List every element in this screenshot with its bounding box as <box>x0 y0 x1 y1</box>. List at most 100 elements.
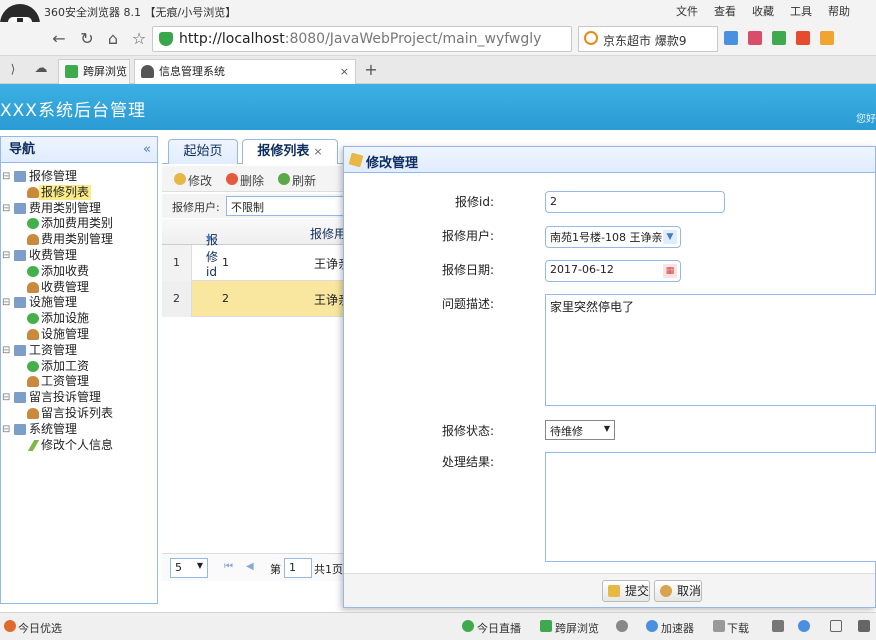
cancel-button[interactable]: 取消 <box>654 580 702 602</box>
edit-label: 修改 <box>188 174 213 188</box>
sidebar-item-label: 修改个人信息 <box>41 437 114 452</box>
sidebar-item[interactable]: 添加收费 <box>1 264 157 280</box>
home-icon[interactable]: ⌂ <box>102 28 124 50</box>
cross-screen-link[interactable]: 跨屏浏览 <box>555 620 599 636</box>
sidebar-item[interactable]: ⊟ 系统管理 <box>1 422 157 438</box>
search-text: 京东超市 爆款9 <box>603 34 687 48</box>
edit-button[interactable]: 修改 <box>174 172 212 189</box>
folder-icon <box>14 392 26 404</box>
user-icon <box>27 407 39 419</box>
expand-icon[interactable]: ⊟ <box>2 295 10 310</box>
today-live-link[interactable]: 今日直播 <box>477 620 521 636</box>
search-bar[interactable]: 京东超市 爆款9 <box>578 26 718 52</box>
prev-page-icon[interactable]: ◀ <box>246 561 256 573</box>
phone-icon <box>540 620 552 632</box>
cancel-icon <box>660 585 672 597</box>
speaker-icon[interactable] <box>858 620 870 632</box>
menu-tools[interactable]: 工具 <box>790 3 812 19</box>
repair-state-value: 待维修 <box>550 425 583 438</box>
calendar-icon[interactable]: ▦ <box>663 264 677 278</box>
sidebar-item[interactable]: ⊟ 费用类别管理 <box>1 201 157 217</box>
page-number-input[interactable]: 1 <box>284 558 312 578</box>
menu-help[interactable]: 帮助 <box>828 3 850 19</box>
accelerator-link[interactable]: 加速器 <box>661 620 694 636</box>
refresh-button[interactable]: 刷新 <box>278 172 316 189</box>
cloud-icon[interactable]: ☁ <box>30 58 52 80</box>
expand-icon[interactable]: ⊟ <box>2 343 10 358</box>
first-page-icon[interactable]: ⏮ <box>224 561 234 573</box>
sidebar-item[interactable]: ⊟ 留言投诉管理 <box>1 390 157 406</box>
table-row[interactable]: 1 1 王诤亲 <box>162 245 352 281</box>
today-pick-link[interactable]: 今日优选 <box>18 620 62 636</box>
submit-button[interactable]: 提交 <box>602 580 650 602</box>
money-ext-icon[interactable] <box>772 31 786 45</box>
sidebar-item[interactable]: 留言投诉列表 <box>1 406 157 422</box>
repair-id-input[interactable]: 2 <box>545 191 725 213</box>
repair-user-select[interactable]: 南苑1号楼-108 王诤亲 ▼ <box>545 226 681 248</box>
tab-repair-list[interactable]: 报修列表 × <box>242 139 338 164</box>
col-header-user[interactable]: 报修用 <box>310 225 346 242</box>
sidebar-item[interactable]: 费用类别管理 <box>1 232 157 248</box>
address-bar[interactable]: http://localhost:8080/JavaWebProject/mai… <box>152 26 572 52</box>
filter-user-select[interactable]: 不限制 <box>226 196 356 216</box>
user-icon <box>27 234 39 246</box>
menu-file[interactable]: 文件 <box>676 3 698 19</box>
sidebar-toggle-icon[interactable]: ⟩ <box>2 58 24 80</box>
menu-favorites[interactable]: 收藏 <box>752 3 774 19</box>
adblock-ext-icon[interactable] <box>796 31 810 45</box>
delete-button[interactable]: 删除 <box>226 172 264 189</box>
sidebar-item[interactable]: ⊟ 收费管理 <box>1 248 157 264</box>
browser-tabbar: ⟩ ☁ 跨屏浏览 信息管理系统 × + <box>0 56 876 84</box>
scissors-icon[interactable] <box>772 620 784 632</box>
expand-icon[interactable]: ⊟ <box>2 201 10 216</box>
problem-desc-textarea[interactable]: 家里突然停电了 <box>545 294 876 406</box>
sidebar-item[interactable]: 添加费用类别 <box>1 216 157 232</box>
sidebar-item[interactable]: 报修列表 <box>1 184 157 201</box>
apps-icon[interactable] <box>724 31 738 45</box>
refresh-icon[interactable]: ↻ <box>76 28 98 50</box>
chevron-down-icon: ▼ <box>663 230 677 244</box>
page-size-value: 5 <box>175 561 182 574</box>
expand-icon[interactable]: ⊟ <box>2 390 10 405</box>
table-row[interactable]: 2 2 王诤亲 <box>162 281 352 317</box>
tab-info-system[interactable]: 信息管理系统 × <box>134 59 356 84</box>
tab-home[interactable]: 起始页 <box>168 139 238 164</box>
sidebar-item[interactable]: 收费管理 <box>1 280 157 296</box>
sidebar-item[interactable]: ⊟ 设施管理 <box>1 295 157 311</box>
sidebar-item-label: 添加收费 <box>41 263 90 278</box>
expand-icon[interactable]: ⊟ <box>2 169 10 184</box>
repair-date-input[interactable]: 2017-06-12 ▦ <box>545 260 681 282</box>
sidebar-item[interactable]: 添加工资 <box>1 359 157 375</box>
ie-icon[interactable] <box>798 620 810 632</box>
sidebar-item-label: 设施管理 <box>41 326 90 341</box>
repair-state-select[interactable]: 待维修 ▼ <box>545 420 615 440</box>
collapse-icon[interactable]: « <box>143 137 151 163</box>
sidebar-item[interactable]: 工资管理 <box>1 374 157 390</box>
bookmark-ext-icon[interactable] <box>748 31 762 45</box>
window-icon[interactable] <box>830 620 842 632</box>
menu-view[interactable]: 查看 <box>714 3 736 19</box>
grid-ext-icon[interactable] <box>820 31 834 45</box>
expand-icon[interactable]: ⊟ <box>2 248 10 263</box>
new-tab-button[interactable]: + <box>360 59 382 81</box>
tab-close-icon[interactable]: × <box>313 145 322 158</box>
sidebar-item[interactable]: 设施管理 <box>1 327 157 343</box>
speed-icon[interactable] <box>616 620 628 632</box>
plus-icon <box>27 313 39 325</box>
grid-header: 报修id ▾ 报修用 <box>162 219 352 279</box>
sidebar-item[interactable]: 修改个人信息 <box>1 438 157 454</box>
expand-icon[interactable]: ⊟ <box>2 422 10 437</box>
tab-close-icon[interactable]: × <box>340 60 349 83</box>
result-textarea[interactable] <box>545 452 876 562</box>
sidebar-item[interactable]: ⊟ 工资管理 <box>1 343 157 359</box>
page-size-select[interactable]: 5 ▼ <box>170 558 208 578</box>
site-favicon <box>141 65 154 78</box>
sidebar-item-label: 添加工资 <box>41 358 90 373</box>
tab-cross-screen[interactable]: 跨屏浏览 <box>58 59 130 84</box>
address-url[interactable]: http://localhost:8080/JavaWebProject/mai… <box>179 31 541 47</box>
back-arrow-icon[interactable]: ← <box>48 28 70 50</box>
star-icon[interactable]: ☆ <box>128 28 150 50</box>
sidebar-item[interactable]: ⊟ 报修管理 <box>1 169 157 185</box>
download-link[interactable]: 下载 <box>727 620 749 636</box>
sidebar-item[interactable]: 添加设施 <box>1 311 157 327</box>
